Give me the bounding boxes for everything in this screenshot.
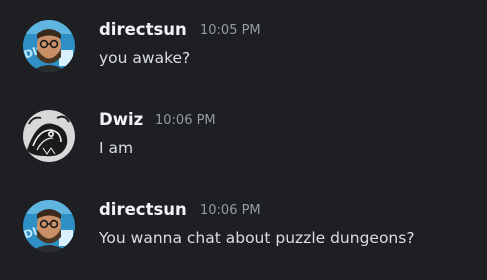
bearded-man-avatar-icon: DICE <box>23 20 75 72</box>
message-timestamp: 10:06 PM <box>200 203 261 218</box>
message-content: you awake? <box>99 49 191 67</box>
chat-message: DICE directsun 10:06 PM You wanna chat a… <box>0 198 487 258</box>
bearded-man-avatar-icon: DICE <box>23 200 75 252</box>
ink-illustration-avatar-icon <box>23 110 75 162</box>
message-content: I am <box>99 139 134 157</box>
chat-message-list: DICE directsun 10:05 PM you awake? <box>0 0 487 280</box>
message-timestamp: 10:06 PM <box>155 113 216 128</box>
message-content: You wanna chat about puzzle dungeons? <box>99 229 415 247</box>
message-timestamp: 10:05 PM <box>200 23 261 38</box>
user-avatar[interactable] <box>23 110 75 162</box>
chat-message: Dwiz 10:06 PM I am <box>0 108 487 168</box>
author-name[interactable]: directsun <box>99 200 187 220</box>
chat-message: DICE directsun 10:05 PM you awake? <box>0 18 487 78</box>
user-avatar[interactable]: DICE <box>23 200 75 252</box>
user-avatar[interactable]: DICE <box>23 20 75 72</box>
author-name[interactable]: Dwiz <box>99 110 143 130</box>
author-name[interactable]: directsun <box>99 20 187 40</box>
